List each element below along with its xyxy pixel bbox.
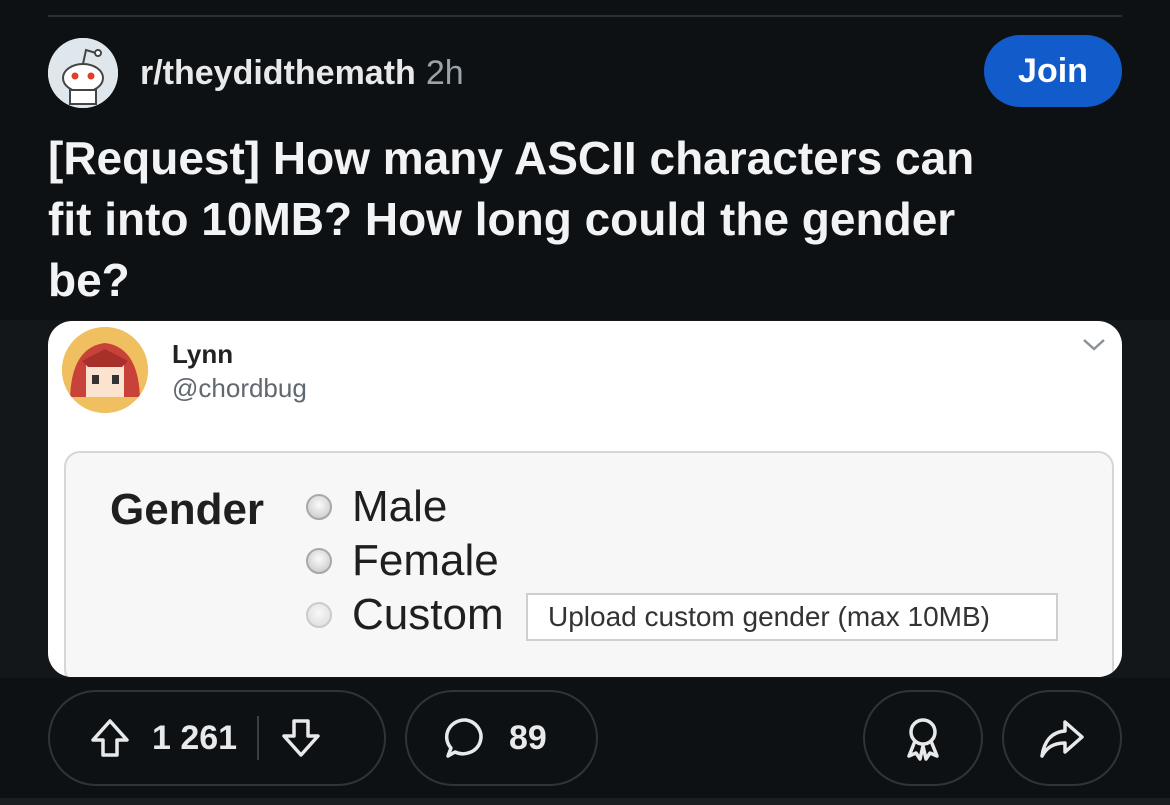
join-button[interactable]: Join xyxy=(984,35,1122,107)
subreddit-name[interactable]: r/theydidthemath xyxy=(140,54,416,92)
custom-gender-upload-field[interactable]: Upload custom gender (max 10MB) xyxy=(526,593,1058,641)
option-female[interactable]: Female xyxy=(306,536,499,585)
gender-form: Gender Male Female Custom Upload custom … xyxy=(64,451,1114,677)
award-button[interactable] xyxy=(863,690,983,786)
post-age: 2h xyxy=(425,54,464,92)
post-title[interactable]: [Request] How many ASCII characters can … xyxy=(48,128,1108,311)
tweet-author-avatar xyxy=(62,327,148,413)
top-divider xyxy=(48,15,1122,17)
post-header: r/theydidthemath 2h Join xyxy=(48,35,1122,108)
comment-count: 89 xyxy=(509,718,547,757)
subreddit-avatar[interactable] xyxy=(48,38,118,108)
chevron-down-icon xyxy=(1083,339,1105,351)
vote-divider xyxy=(257,716,260,760)
upvote-icon[interactable] xyxy=(88,716,132,760)
anime-avatar-icon xyxy=(62,327,148,413)
tweet-author-handle: @chordbug xyxy=(172,373,307,403)
radio-button[interactable] xyxy=(306,602,332,628)
post-title-line: be? xyxy=(48,254,130,306)
snoo-icon xyxy=(48,38,118,108)
vote-bar: 1 261 xyxy=(48,690,386,786)
gender-label: Gender xyxy=(110,485,265,534)
option-custom[interactable]: Custom xyxy=(306,590,504,639)
option-label: Custom xyxy=(352,590,504,639)
comment-icon xyxy=(444,718,483,758)
post-title-line: fit into 10MB? How long could the gender xyxy=(48,193,956,245)
bottom-divider xyxy=(0,798,1170,805)
option-label: Female xyxy=(352,536,499,585)
subreddit-line: r/theydidthemath 2h xyxy=(140,54,464,93)
post-image[interactable]: Lynn @chordbug Gender Male Female Custom… xyxy=(48,321,1122,677)
tweet-author-name: Lynn xyxy=(172,339,234,369)
upvote-count: 1 261 xyxy=(152,718,238,757)
share-button[interactable] xyxy=(1002,690,1122,786)
option-male[interactable]: Male xyxy=(306,482,448,531)
award-icon xyxy=(907,718,939,761)
share-icon xyxy=(1040,720,1084,758)
radio-button[interactable] xyxy=(306,548,332,574)
radio-button[interactable] xyxy=(306,494,332,520)
comments-button[interactable]: 89 xyxy=(405,690,598,786)
option-label: Male xyxy=(352,482,448,531)
post-title-line: [Request] How many ASCII characters can xyxy=(48,132,975,184)
downvote-icon[interactable] xyxy=(279,716,323,760)
